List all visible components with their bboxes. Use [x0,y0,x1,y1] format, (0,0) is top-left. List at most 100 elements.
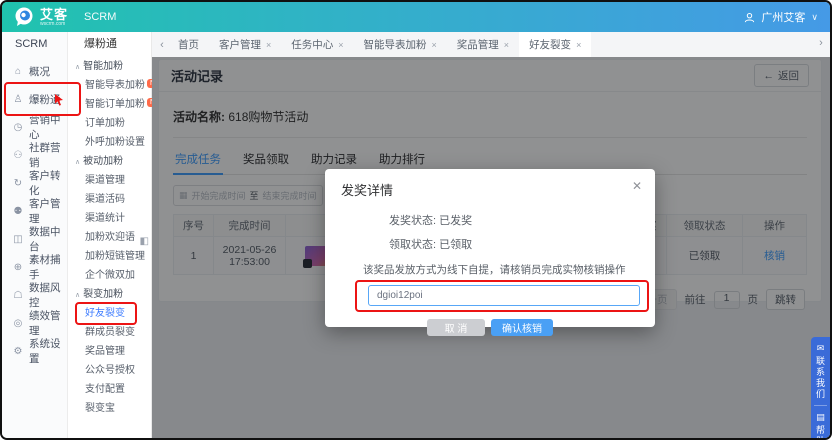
submenu-group-smart-add[interactable]: ∧智能加粉 [68,57,151,76]
sidebar-item-system-settings[interactable]: ⚙ 系统设置 [2,337,67,365]
modal-close-icon[interactable]: ✕ [632,179,642,193]
submenu-item-label: 外呼加粉设置 [85,137,145,148]
contact-us-button[interactable]: ✉ 联系我们 [814,337,827,405]
top-header: 艾客 wscrm.com SCRM 广州艾客 ∨ [2,2,830,32]
submenu-item-smart-order-add[interactable]: 智能订单加粉New [68,95,151,114]
close-icon[interactable]: × [432,40,437,50]
logo-bubble-icon [14,7,34,27]
tab-label: 智能导表加粉 [364,37,427,52]
tab-friend-fission[interactable]: 好友裂变× [519,32,591,57]
modal-note: 该奖品发放方式为线下自提，请核销员完成实物核销操作 [363,262,655,277]
caret-up-icon: ∧ [75,292,80,299]
submenu-item-official-account-auth[interactable]: 公众号授权 [68,361,151,380]
tab-customer-management[interactable]: 客户管理× [209,32,281,57]
material-icon: ⊕ [12,262,24,273]
tabs-scroll-right-icon[interactable]: › [815,37,827,49]
submenu-item-order-add[interactable]: 订单加粉 [68,114,151,133]
sidebar-item-label: 客户转化 [29,168,67,198]
submenu-item-channel-stats[interactable]: 渠道统计 [68,209,151,228]
user-icon: ♙ [12,94,24,105]
sidebar-item-overview[interactable]: ⌂ 概况 [2,57,67,85]
submenu-item-friend-fission[interactable]: 好友裂变 [68,304,151,323]
close-icon[interactable]: × [576,40,581,50]
tab-home[interactable]: 首页 [168,32,209,57]
submenu-item-shortlink-management[interactable]: 加粉短链管理 [68,247,151,266]
submenu-group-label: 裂变加粉 [83,289,123,300]
tab-prize-management[interactable]: 奖品管理 × [447,32,519,57]
tab-label: 首页 [178,37,199,52]
aike-logo[interactable]: 艾客 wscrm.com [14,7,68,27]
award-status-value: 已发奖 [439,215,472,227]
tab-smart-import-add[interactable]: 智能导表加粉 × [354,32,447,57]
confirm-verify-button[interactable]: 确认核销 [491,319,553,336]
submenu-item-label: 加粉短链管理 [85,251,145,262]
sidebar-title: SCRM [2,32,67,57]
submenu-item-payment-config[interactable]: 支付配置 [68,380,151,399]
sidebar-item-risk-control[interactable]: ☖ 数据风控 [2,281,67,309]
gear-icon: ⚙ [12,346,24,357]
submenu-item-channel-qrcode[interactable]: 渠道活码 [68,190,151,209]
verification-code-input[interactable] [368,285,640,306]
tabs-scroll-left-icon[interactable]: ‹ [156,39,168,51]
sidebar-item-material-catcher[interactable]: ⊕ 素材捕手 [2,253,67,281]
cancel-button[interactable]: 取 消 [427,319,485,336]
help-docs-label: 帮助文档 [814,425,827,440]
sidebar-item-baofentong[interactable]: ♙ 爆粉通 [2,85,67,113]
sidebar-item-label: 社群营销 [29,140,67,170]
submenu-item-label: 裂变宝 [85,403,115,414]
submenu-item-fission-treasure[interactable]: 裂变宝 [68,399,151,418]
shield-icon: ☖ [12,290,24,301]
submenu-item-label: 渠道管理 [85,175,125,186]
submenu-item-label: 好友裂变 [85,308,125,319]
help-docs-button[interactable]: ▤ 帮助文档 [814,406,827,440]
submenu-item-channel-management[interactable]: 渠道管理 [68,171,151,190]
tab-task-center[interactable]: 任务中心 × [281,32,353,57]
sidebar-item-label: 系统设置 [29,336,67,366]
submenu-item-callout-settings[interactable]: 外呼加粉设置 [68,133,151,152]
home-icon: ⌂ [12,66,24,77]
page-content: 活动记录 ← 返回 活动名称: 618购物节活动 完成任务 [152,57,830,438]
contact-us-label: 联系我们 [814,356,827,400]
tab-label: 任务中心 [291,37,333,52]
submenu-item-prize-management[interactable]: 奖品管理 [68,342,151,361]
award-status-label: 发奖状态: [389,215,436,227]
award-detail-modal: 发奖详情 ✕ 发奖状态: 已发奖 领取状态: 已领取 该奖品发放方式为线下自提，… [325,169,655,327]
red-cursor-icon [53,93,66,106]
submenu-group-fission-add[interactable]: ∧裂变加粉 [68,285,151,304]
submenu-item-dual-add[interactable]: 企个微双加 [68,266,151,285]
account-avatar-icon [744,12,755,23]
submenu-item-label: 订单加粉 [85,118,125,129]
submenu-item-welcome-message[interactable]: 加粉欢迎语◧ [68,228,151,247]
sidebar-item-marketing-center[interactable]: ◷ 营销中心 [2,113,67,141]
floating-side-buttons: ✉ 联系我们 ▤ 帮助文档 [811,337,830,440]
sidebar-item-label: 客户管理 [29,196,67,226]
sidebar-item-customer-management[interactable]: ⚉ 客户管理 [2,197,67,225]
submenu-item-label: 渠道统计 [85,213,125,224]
chevron-down-icon[interactable]: ∨ [811,12,818,23]
sidebar-item-label: 营销中心 [29,112,67,142]
account-name[interactable]: 广州艾客 [761,9,805,25]
close-icon[interactable]: × [504,40,509,50]
sidebar-item-data-platform[interactable]: ◫ 数据中台 [2,225,67,253]
submenu-item-label: 加粉欢迎语 [85,232,135,243]
claim-status-row: 领取状态: 已领取 [389,236,655,252]
submenu-item-label: 智能导表加粉 [85,80,145,91]
group-icon: ⚇ [12,150,24,161]
product-name: SCRM [84,11,116,23]
medal-icon: ◎ [12,318,24,329]
submenu-item-label: 渠道活码 [85,194,125,205]
close-icon[interactable]: × [338,40,343,50]
modal-title: 发奖详情 [325,169,655,199]
brand-domain: wscrm.com [40,22,68,27]
submenu-item-smart-import-add[interactable]: 智能导表加粉New [68,76,151,95]
tab-label: 奖品管理 [457,37,499,52]
close-icon[interactable]: × [266,40,271,50]
submenu-group-passive-add[interactable]: ∧被动加粉 [68,152,151,171]
sidebar-item-customer-conversion[interactable]: ↻ 客户转化 [2,169,67,197]
submenu-item-label: 公众号授权 [85,365,135,376]
sidebar-item-community-marketing[interactable]: ⚇ 社群营销 [2,141,67,169]
sidebar-item-label: 绩效管理 [29,308,67,338]
submenu-title: 爆粉通 [68,32,151,57]
sidebar-item-performance[interactable]: ◎ 绩效管理 [2,309,67,337]
submenu-item-group-member-fission[interactable]: 群成员裂变 [68,323,151,342]
